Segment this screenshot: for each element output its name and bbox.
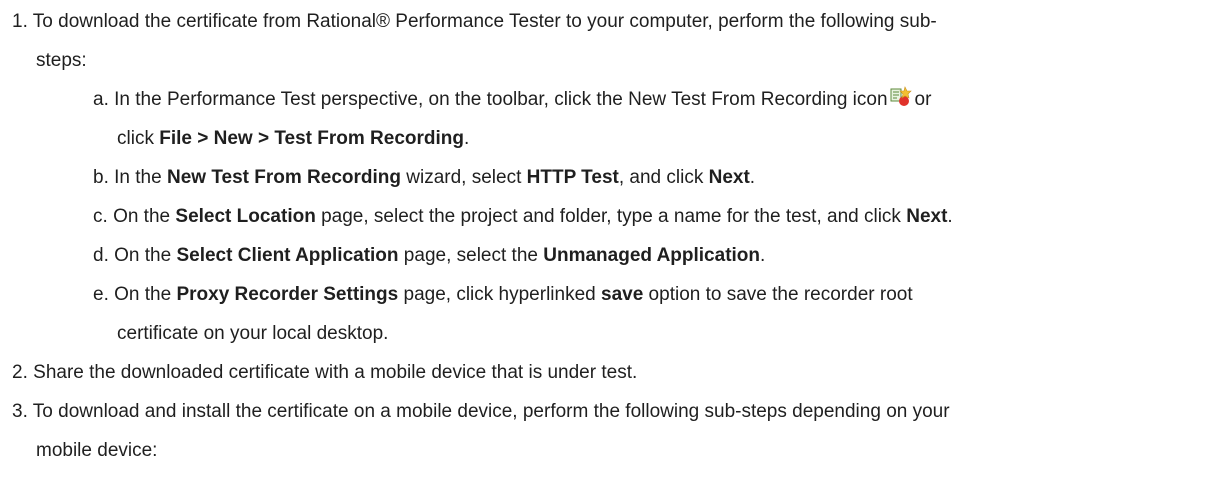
step-1-number: 1. — [12, 11, 28, 32]
substep-e-text-4: certificate on your local desktop. — [117, 323, 389, 344]
http-test-option: HTTP Test — [526, 167, 619, 188]
substep-c-text-2: page, select the project and folder, typ… — [315, 206, 907, 227]
next-label: Next — [906, 206, 948, 227]
substep-c-line: c. On the Select Location page, select t… — [93, 200, 953, 233]
select-location-page: Select Location — [175, 206, 316, 227]
substep-b-period: . — [749, 167, 756, 188]
step-1-text-continued: steps: — [36, 50, 87, 71]
substep-c-text-1: On the — [113, 206, 176, 227]
substep-a-text: In the Performance Test perspective, on … — [114, 89, 888, 110]
substep-b-text-2: wizard, select — [400, 167, 527, 188]
substep-e-text-1: On the — [114, 284, 177, 305]
substep-d-line: d. On the Select Client Application page… — [93, 239, 765, 272]
substep-b-text-3: , and click — [618, 167, 709, 188]
substep-c-letter: c. — [93, 206, 108, 227]
substep-d-period: . — [760, 245, 766, 266]
instruction-document: 1. To download the certificate from Rati… — [0, 0, 1212, 461]
substep-d-text-1: On the — [114, 245, 177, 266]
step-2-line: 2. Share the downloaded certificate with… — [12, 356, 637, 389]
next-label: Next — [708, 167, 750, 188]
substep-e-text-3: option to save the recorder root — [643, 284, 913, 305]
step-3-line-2: mobile device: — [36, 434, 157, 467]
substep-b-text-1: In the — [114, 167, 167, 188]
substep-d-text-2: page, select the — [398, 245, 544, 266]
step-3-text-continued: mobile device: — [36, 440, 158, 461]
menu-path-file-new-test: File > New > Test From Recording — [159, 128, 465, 149]
substep-c-period: . — [947, 206, 953, 227]
substep-a-line-2: click File > New > Test From Recording. — [117, 122, 469, 155]
step-3-line-1: 3. To download and install the certifica… — [12, 395, 950, 428]
save-link-label: save — [601, 284, 644, 305]
step-2-text: Share the downloaded certificate with a … — [33, 362, 638, 383]
substep-a-text-2: click — [117, 128, 160, 149]
new-test-from-recording-icon — [890, 86, 912, 108]
select-client-application-page: Select Client Application — [176, 245, 399, 266]
substep-a-period: . — [464, 128, 470, 149]
substep-d-letter: d. — [93, 245, 109, 266]
step-3-number: 3. — [12, 401, 28, 422]
substep-e-line-2: certificate on your local desktop. — [117, 317, 388, 350]
step-3-text: To download and install the certificate … — [32, 401, 950, 422]
substep-b-line: b. In the New Test From Recording wizard… — [93, 161, 755, 194]
proxy-recorder-settings-page: Proxy Recorder Settings — [176, 284, 399, 305]
substep-a-line-1: a. In the Performance Test perspective, … — [93, 83, 931, 116]
step-2-number: 2. — [12, 362, 28, 383]
substep-e-text-2: page, click hyperlinked — [398, 284, 601, 305]
substep-e-letter: e. — [93, 284, 109, 305]
step-1-line-1: 1. To download the certificate from Rati… — [12, 5, 937, 38]
substep-a-or: or — [914, 89, 932, 110]
substep-b-letter: b. — [93, 167, 109, 188]
wizard-name: New Test From Recording — [166, 167, 401, 188]
unmanaged-application-option: Unmanaged Application — [543, 245, 761, 266]
substep-a-letter: a. — [93, 89, 109, 110]
step-1-text: To download the certificate from Rationa… — [32, 11, 937, 32]
step-1-line-2: steps: — [36, 44, 87, 77]
substep-e-line-1: e. On the Proxy Recorder Settings page, … — [93, 278, 913, 311]
